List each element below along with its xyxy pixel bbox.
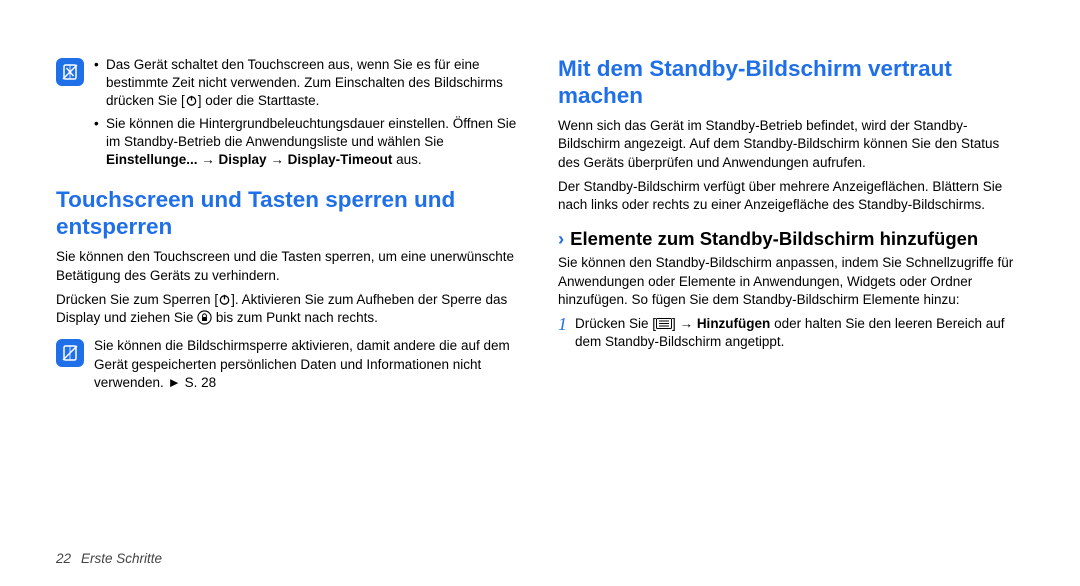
note-2-text: Sie können die Bildschirmsperre aktivier… [94,337,522,392]
subheading-add-elements: › Elemente zum Standby-Bildschirm hinzuf… [558,228,1024,250]
page-number: 22 [56,551,71,566]
paragraph-standby-2: Der Standby-Bildschirm verfügt über mehr… [558,178,1024,214]
paragraph-standby-1: Wenn sich das Gerät im Standby-Betrieb b… [558,117,1024,172]
heading-standby: Mit dem Standby-Bildschirm vertraut mach… [558,56,1024,109]
paragraph-add-elements: Sie können den Standby-Bildschirm anpass… [558,254,1024,309]
step-1: 1 Drücken Sie [] → Hinzufügen oder halte… [558,315,1024,351]
power-icon [185,94,198,107]
note-block-1: Das Gerät schaltet den Touchscreen aus, … [56,56,522,173]
right-column: Mit dem Standby-Bildschirm vertraut mach… [558,56,1024,406]
heading-touchscreen-lock: Touchscreen und Tasten sperren und entsp… [56,187,522,240]
chevron-right-icon: › [558,228,564,250]
menu-icon [656,318,672,329]
paragraph-lock-intro: Sie können den Touchscreen und die Taste… [56,248,522,284]
page-footer: 22 Erste Schritte [56,551,162,566]
note-1-bullet-1: Das Gerät schaltet den Touchscreen aus, … [94,56,522,111]
step-1-number: 1 [558,315,567,333]
note-1-bullets: Das Gerät schaltet den Touchscreen aus, … [94,56,522,173]
lock-icon [197,310,212,325]
note-icon [56,339,84,367]
note-1-bullet-2: Sie können die Hintergrundbeleuchtungsda… [94,115,522,170]
step-1-body: Drücken Sie [] → Hinzufügen oder halten … [575,315,1024,351]
power-icon [218,293,231,306]
left-column: Das Gerät schaltet den Touchscreen aus, … [56,56,522,406]
paragraph-lock-action: Drücken Sie zum Sperren []. Aktivieren S… [56,291,522,327]
note-block-2: Sie können die Bildschirmsperre aktivier… [56,337,522,392]
note-icon [56,58,84,86]
footer-section: Erste Schritte [81,551,162,566]
